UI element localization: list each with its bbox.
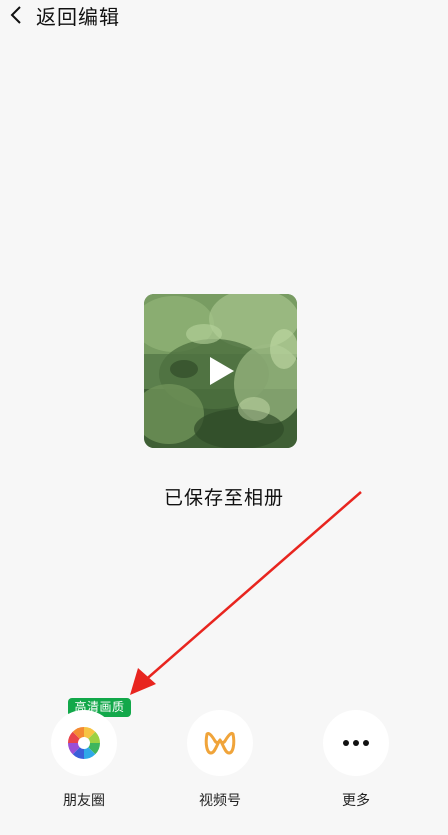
share-more-label: 更多 <box>342 793 370 809</box>
top-bar: 返回编辑 <box>0 0 448 30</box>
share-channels-label: 视频号 <box>199 793 241 809</box>
back-label: 返回编辑 <box>36 4 120 29</box>
moments-icon <box>68 727 100 759</box>
video-thumbnail[interactable] <box>144 294 297 448</box>
channels-icon <box>204 732 236 755</box>
share-moments-label: 朋友圈 <box>63 793 105 809</box>
share-more-circle <box>323 710 389 776</box>
more-icon <box>343 740 369 746</box>
share-channels-button[interactable]: 视频号 <box>186 710 254 810</box>
back-to-edit-button[interactable]: 返回编辑 <box>0 0 120 30</box>
saved-to-album-text: 已保存至相册 <box>163 487 284 509</box>
share-moments-circle <box>51 710 117 776</box>
chevron-left-icon <box>10 6 21 24</box>
share-moments-button[interactable]: 朋友圈 <box>50 710 118 810</box>
share-channels-circle <box>187 710 253 776</box>
play-icon <box>210 357 234 385</box>
share-more-button[interactable]: 更多 <box>322 710 390 810</box>
